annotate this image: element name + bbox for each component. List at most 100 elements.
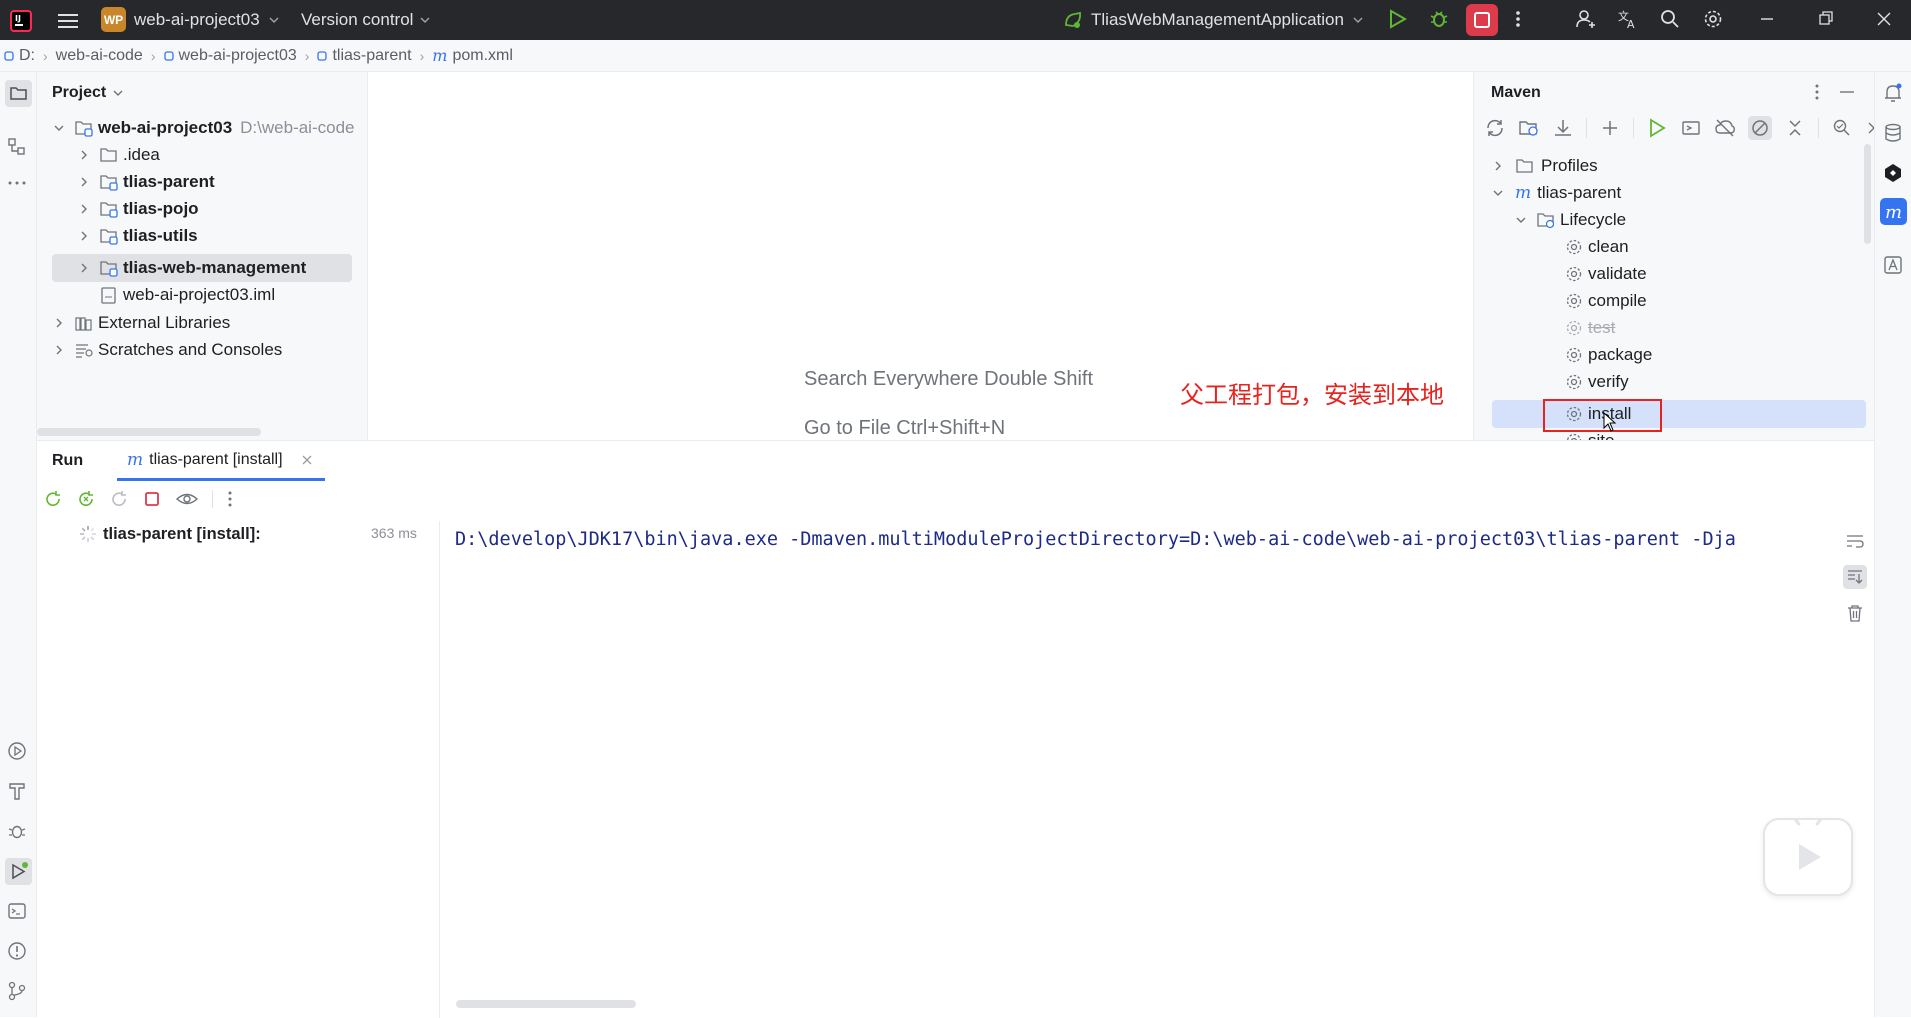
maven-goal-package[interactable]: package [1565,342,1652,368]
more-actions-icon[interactable] [1514,8,1522,30]
video-play-badge[interactable] [1763,818,1853,896]
problems-icon[interactable] [6,940,28,962]
maven-tree-project[interactable]: m tlias-parent [1491,180,1621,206]
offline-mode-icon[interactable] [1714,117,1736,139]
reload-icon[interactable] [1484,117,1506,139]
eye-icon[interactable] [175,489,199,509]
console-line: D:\develop\JDK17\bin\java.exe -Dmaven.mu… [455,529,1736,550]
git-branch-icon[interactable] [6,980,28,1002]
maven-goal-compile[interactable]: compile [1565,288,1647,314]
horizontal-scrollbar[interactable] [37,428,261,436]
ant-build-icon[interactable] [1882,254,1904,276]
analyze-dependencies-icon[interactable] [1831,117,1853,139]
chevron-right-icon[interactable] [1865,117,1874,139]
breadcrumb-item[interactable]: web-ai-project03 [163,47,297,65]
build-hammer-icon[interactable] [6,780,28,802]
services-icon[interactable] [6,740,28,762]
tree-item-external-libraries[interactable]: External Libraries [52,310,230,336]
scratches-icon [76,344,93,358]
maven-tree-lifecycle[interactable]: Lifecycle [1514,207,1626,233]
project-panel-title[interactable]: Project [52,84,124,102]
console-output[interactable]: D:\develop\JDK17\bin\java.exe -Dmaven.mu… [440,521,1835,1018]
run-tree-item[interactable]: tlias-parent [install]: [79,521,261,547]
notifications-bell-icon[interactable] [1882,82,1904,104]
tree-item-label: .idea [123,145,160,164]
rerun-icon[interactable] [43,489,63,509]
run-icon[interactable] [1386,8,1408,30]
maven-goal-test[interactable]: test [1565,315,1615,341]
svg-text:A: A [1627,18,1635,30]
scroll-to-end-icon [1848,570,1863,584]
tree-item-scratches[interactable]: Scratches and Consoles [52,337,282,363]
ai-assistant-icon[interactable] [1882,162,1904,184]
tab-tlias-parent-install[interactable]: m tlias-parent [install] [117,441,325,481]
console-side-toolbar [1843,531,1867,623]
scroll-to-end-button[interactable] [1843,565,1867,589]
tree-item-label: tlias-utils [123,226,198,245]
tree-item-iml-file[interactable]: web-ai-project03.iml [99,282,275,308]
tree-item-tlias-utils[interactable]: tlias-utils [77,223,198,249]
more-options-icon[interactable] [226,489,234,509]
maven-tree-profiles[interactable]: Profiles [1491,153,1598,179]
soft-wrap-icon[interactable] [1845,531,1865,551]
search-icon[interactable] [1659,8,1681,30]
translate-icon[interactable]: 文A [1617,8,1639,30]
project-tool-button[interactable] [5,80,32,107]
tree-item-tlias-parent[interactable]: tlias-parent [77,169,215,195]
run-maven-build-icon[interactable] [1646,117,1668,139]
run-tool-button[interactable] [5,858,32,885]
database-icon[interactable] [1882,122,1904,144]
gear-icon [1566,320,1582,336]
download-icon[interactable] [1552,117,1574,139]
restore-icon[interactable] [1816,8,1836,30]
maven-goal-verify[interactable]: verify [1565,369,1629,395]
more-tools-icon[interactable] [6,172,28,194]
close-tab-icon[interactable] [299,452,315,468]
debug-tool-icon[interactable] [6,820,28,842]
chevron-down-icon [54,125,64,131]
maven-goal-validate[interactable]: validate [1565,261,1647,287]
main-menu-icon[interactable] [56,9,80,33]
stop-icon[interactable] [142,489,162,509]
breadcrumb-item[interactable]: web-ai-code [56,47,143,65]
title-bar: IJ WP web-ai-project03 Version control T… [0,0,1911,40]
project-switcher[interactable]: WP web-ai-project03 [101,7,280,32]
hide-panel-icon[interactable] [1838,82,1856,102]
version-control-label: Version control [301,10,414,29]
breadcrumb-item[interactable]: D: [4,47,35,65]
tree-item-tlias-web-management[interactable]: tlias-web-management [77,255,306,281]
tree-item-idea[interactable]: .idea [77,142,160,168]
editor-area[interactable]: Search Everywhere Double Shift Go to Fil… [368,72,1473,440]
breadcrumb-item[interactable]: tlias-parent [317,47,412,65]
skip-tests-button[interactable] [1748,116,1772,140]
add-maven-projects-icon[interactable] [1518,117,1540,139]
more-options-icon[interactable] [1813,82,1821,102]
debug-icon[interactable] [1428,8,1450,30]
collapse-all-icon[interactable] [1784,117,1806,139]
plus-icon[interactable] [1599,117,1621,139]
settings-gear-icon[interactable] [1702,8,1724,30]
add-user-icon[interactable] [1575,8,1597,30]
rerun-failed-icon[interactable] [76,489,96,509]
terminal-icon[interactable] [6,900,28,922]
chevron-down-icon [1516,217,1526,223]
minimize-icon[interactable] [1757,8,1777,30]
maven-goal-clean[interactable]: clean [1565,234,1629,260]
tree-item-root[interactable]: web-ai-project03 D:\web-ai-code [52,115,354,141]
vertical-scrollbar[interactable] [1864,144,1871,244]
close-icon[interactable] [1874,8,1894,30]
chevron-right-icon [81,231,87,241]
execute-goal-icon[interactable] [1680,117,1702,139]
horizontal-scrollbar[interactable] [456,1000,636,1008]
trash-icon[interactable] [1845,603,1865,623]
run-config-selector[interactable]: TliasWebManagementApplication [1063,10,1364,30]
version-control-menu[interactable]: Version control [301,10,431,30]
rerun-disabled-icon[interactable] [109,489,129,509]
structure-icon[interactable] [6,136,28,158]
maven-tool-button[interactable]: m [1880,198,1907,225]
breadcrumb-item[interactable]: m pom.xml [432,46,513,65]
project-name: web-ai-project03 [134,9,260,29]
intellij-logo-icon[interactable]: IJ [9,9,33,33]
stop-button[interactable] [1466,4,1498,36]
tree-item-tlias-pojo[interactable]: tlias-pojo [77,196,199,222]
